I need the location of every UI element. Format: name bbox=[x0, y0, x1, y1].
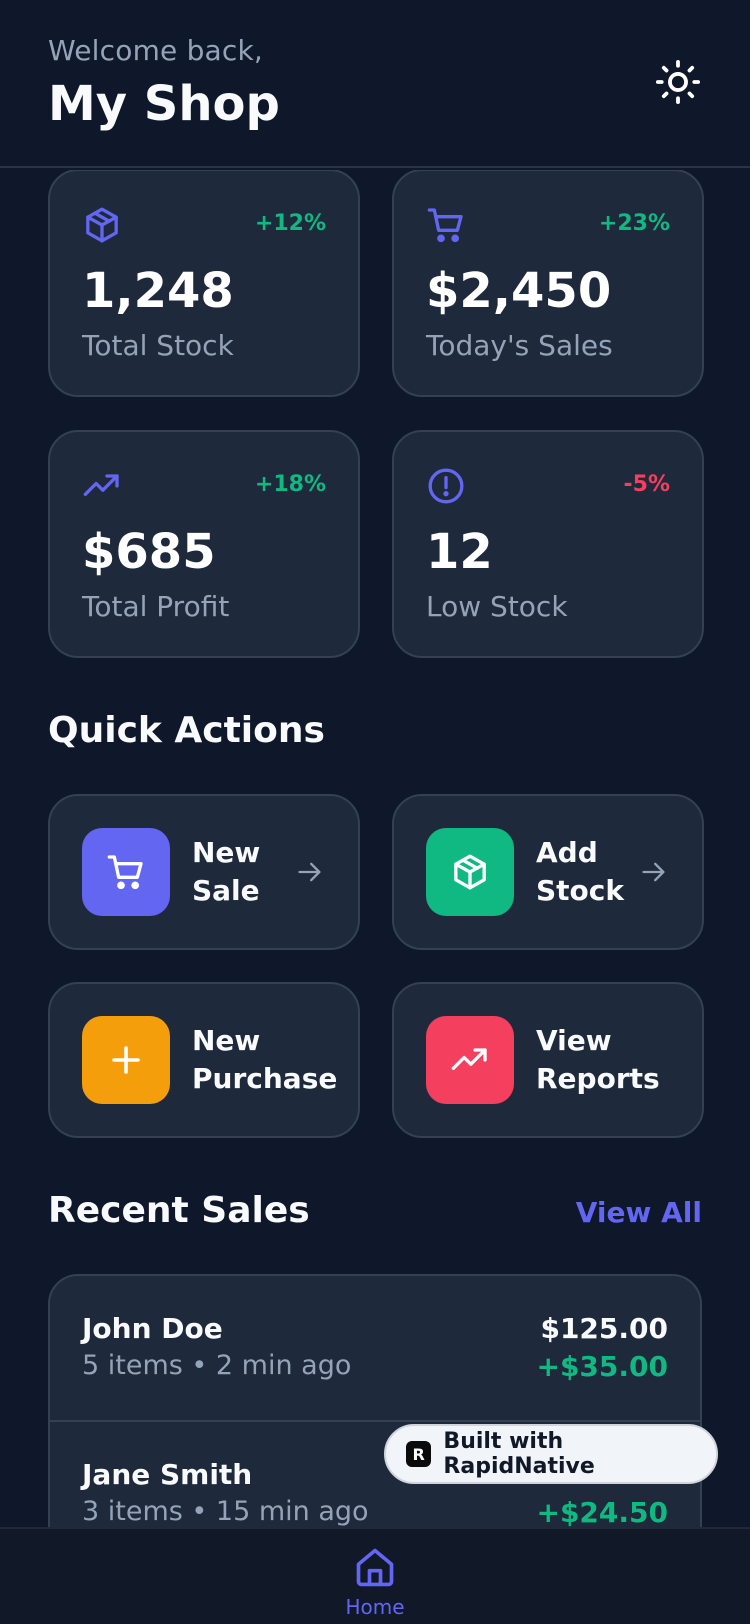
action-icon-tile bbox=[82, 828, 170, 916]
stat-label: Total Profit bbox=[82, 590, 230, 623]
stat-value: 1,248 bbox=[82, 263, 234, 319]
stat-value: $685 bbox=[82, 524, 216, 580]
rapidnative-logo-icon: R bbox=[406, 1441, 432, 1467]
dashboard-content[interactable]: +12% 1,248 Total Stock +23% $2,450 Today… bbox=[0, 170, 750, 1527]
sale-amount: $125.00 bbox=[540, 1312, 668, 1345]
sale-meta: 5 items • 2 min ago bbox=[82, 1350, 352, 1381]
add-stock-button[interactable]: Add Stock bbox=[392, 794, 704, 950]
arrow-right-icon bbox=[298, 862, 321, 882]
sale-row[interactable]: John Doe 5 items • 2 min ago $125.00 +$3… bbox=[50, 1276, 700, 1420]
app-header: Welcome back, My Shop bbox=[0, 0, 750, 168]
stat-label: Low Stock bbox=[426, 590, 568, 623]
built-with-badge[interactable]: R Built with RapidNative bbox=[384, 1424, 718, 1484]
bottom-tab-bar: Home bbox=[0, 1527, 750, 1624]
new-sale-button[interactable]: New Sale bbox=[48, 794, 360, 950]
tab-home[interactable]: Home bbox=[335, 1529, 415, 1624]
sale-profit: +$35.00 bbox=[536, 1350, 668, 1383]
package-icon bbox=[86, 207, 118, 243]
action-icon-tile bbox=[426, 828, 514, 916]
plus-icon bbox=[112, 1046, 140, 1074]
cart-icon bbox=[427, 208, 463, 243]
new-purchase-button[interactable]: New Purchase bbox=[48, 982, 360, 1138]
home-icon bbox=[356, 1548, 394, 1587]
package-icon bbox=[454, 854, 486, 890]
view-all-link[interactable]: View All bbox=[576, 1196, 702, 1229]
stat-change: +18% bbox=[254, 472, 326, 497]
stat-card-total-profit[interactable]: +18% $685 Total Profit bbox=[48, 430, 360, 658]
stat-change: +23% bbox=[598, 211, 670, 236]
stat-card-total-stock[interactable]: +12% 1,248 Total Stock bbox=[48, 170, 360, 397]
customer-name: Jane Smith bbox=[82, 1458, 253, 1491]
sun-icon bbox=[655, 59, 701, 105]
sale-meta: 3 items • 15 min ago bbox=[82, 1496, 369, 1527]
stat-card-low-stock[interactable]: -5% 12 Low Stock bbox=[392, 430, 704, 658]
arrow-right-icon bbox=[642, 862, 665, 882]
stat-change: -5% bbox=[623, 472, 670, 497]
view-reports-button[interactable]: View Reports bbox=[392, 982, 704, 1138]
tab-home-label: Home bbox=[345, 1595, 405, 1619]
stat-value: $2,450 bbox=[426, 263, 612, 319]
recent-sales-list: John Doe 5 items • 2 min ago $125.00 +$3… bbox=[48, 1274, 702, 1527]
action-icon-tile bbox=[82, 1016, 170, 1104]
stat-card-todays-sales[interactable]: +23% $2,450 Today's Sales bbox=[392, 170, 704, 397]
quick-actions-title: Quick Actions bbox=[48, 710, 325, 751]
trending-up-icon bbox=[451, 1048, 487, 1070]
page-title: My Shop bbox=[48, 76, 280, 132]
stat-value: 12 bbox=[426, 524, 493, 580]
trending-up-icon bbox=[83, 474, 119, 496]
stat-change: +12% bbox=[254, 211, 326, 236]
action-label: New Purchase bbox=[192, 1024, 338, 1095]
badge-text: Built with RapidNative bbox=[443, 1429, 595, 1479]
sale-profit: +$24.50 bbox=[536, 1496, 668, 1527]
theme-toggle-button[interactable] bbox=[654, 58, 702, 106]
customer-name: John Doe bbox=[82, 1312, 223, 1345]
alert-circle-icon bbox=[428, 468, 464, 504]
cart-icon bbox=[107, 855, 143, 890]
stat-label: Total Stock bbox=[82, 329, 234, 362]
recent-sales-title: Recent Sales bbox=[48, 1190, 310, 1231]
stat-label: Today's Sales bbox=[426, 329, 613, 362]
action-icon-tile bbox=[426, 1016, 514, 1104]
action-label: View Reports bbox=[536, 1024, 660, 1095]
welcome-text: Welcome back, bbox=[48, 34, 264, 67]
